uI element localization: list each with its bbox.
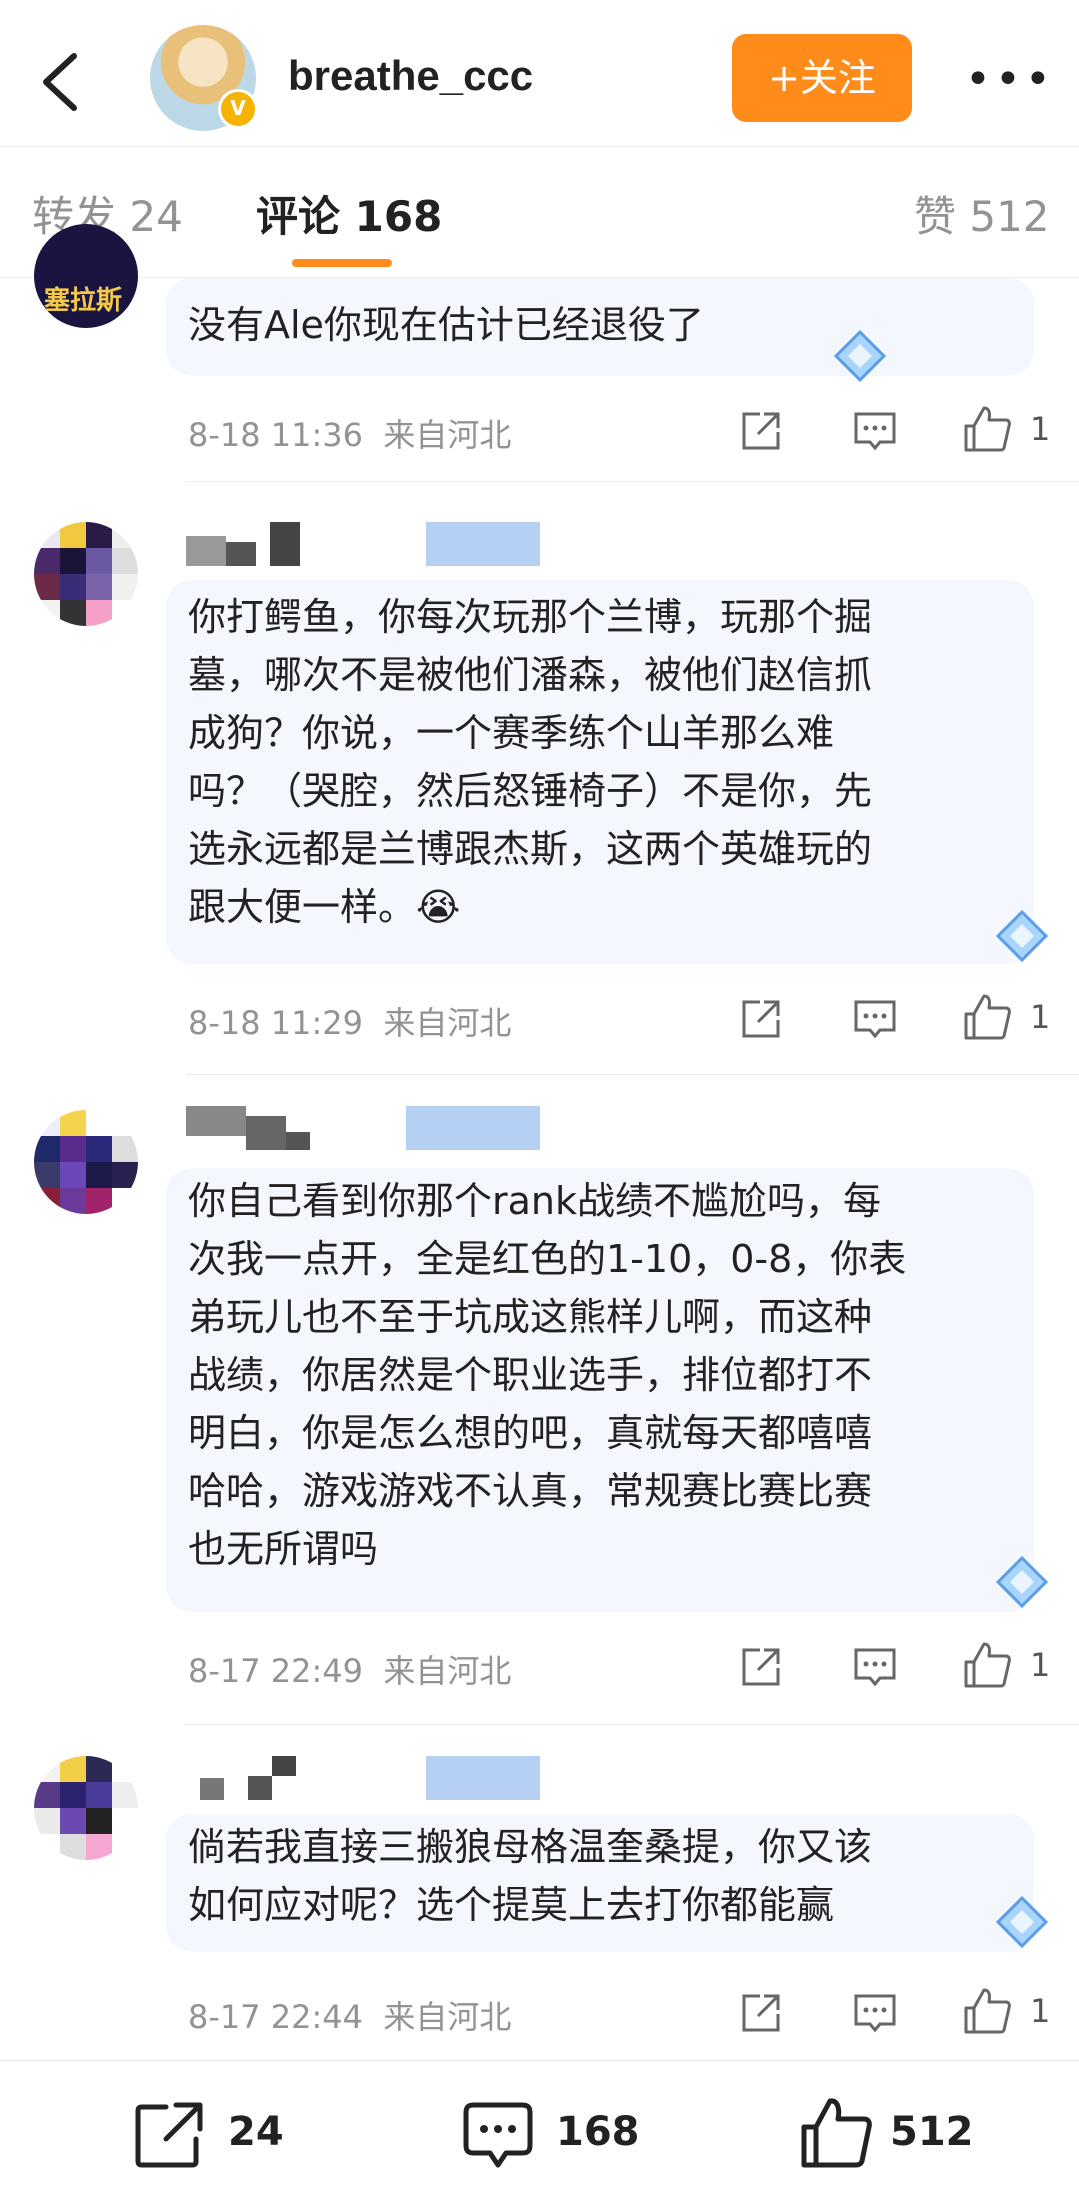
like-count: 1 (1030, 998, 1051, 1036)
comment-time: 8-17 22:49 来自河北 (188, 1652, 512, 1690)
like-count: 1 (1030, 1992, 1051, 2030)
tab-bar: 转发 24 评论 168 赞 512 (0, 146, 1079, 278)
comment-icon[interactable] (852, 1644, 898, 1690)
like-icon[interactable] (962, 1640, 1012, 1690)
comment-time: 8-17 22:44 来自河北 (188, 1998, 512, 2036)
commenter-avatar[interactable] (34, 1110, 138, 1214)
comment-icon (463, 2102, 533, 2168)
share-icon (135, 2102, 203, 2168)
repost-button[interactable]: 24 (132, 2099, 292, 2169)
active-tab-indicator (292, 259, 392, 267)
share-icon[interactable] (738, 996, 784, 1042)
comment-time: 8-18 11:36 来自河北 (188, 416, 512, 454)
like-count: 1 (1030, 1646, 1051, 1684)
more-icon[interactable]: ••• (965, 58, 1051, 102)
share-icon[interactable] (738, 1644, 784, 1690)
verified-icon: V (218, 89, 258, 129)
comment-text: 你打鳄鱼，你每次玩那个兰博，玩那个掘 墓，哪次不是被他们潘森，被他们赵信抓 成狗… (188, 595, 873, 929)
like-button[interactable]: 512 (798, 2098, 998, 2169)
bottom-action-bar: 24 168 512 (0, 2060, 1079, 2208)
commenter-avatar[interactable] (34, 1756, 138, 1860)
diamond-icon (833, 329, 887, 383)
follow-button[interactable]: +关注 (732, 34, 912, 122)
like-icon[interactable] (962, 404, 1012, 454)
share-icon[interactable] (738, 408, 784, 454)
comment-item: 塞拉斯 没有Ale你现在估计已经退役了 8-18 11:36 来自河北 1 (0, 224, 1079, 482)
like-count-total: 512 (890, 2109, 974, 2155)
commenter-name-redacted[interactable] (186, 522, 546, 566)
like-icon[interactable] (962, 1986, 1012, 2036)
diamond-icon (995, 1895, 1049, 1949)
tab-likes[interactable]: 赞 512 (914, 183, 1050, 244)
comment-time: 8-18 11:29 来自河北 (188, 1004, 512, 1042)
commenter-name-redacted[interactable] (186, 1106, 546, 1150)
comment-button[interactable]: 168 (460, 2099, 660, 2169)
commenter-avatar[interactable]: 塞拉斯 (34, 224, 138, 328)
avatar-label: 塞拉斯 (44, 286, 123, 316)
author-avatar[interactable]: V (150, 25, 258, 131)
back-icon[interactable] (36, 52, 86, 112)
divider (186, 1074, 1079, 1075)
comment-item: 你自己看到你那个rank战绩不尴尬吗，每 次我一点开，全是红色的1-10，0-8… (0, 1076, 1079, 1726)
comment-count: 168 (556, 2109, 640, 2155)
share-icon[interactable] (738, 1990, 784, 2036)
commenter-name-redacted[interactable] (186, 1756, 546, 1800)
like-icon[interactable] (962, 992, 1012, 1042)
comment-icon[interactable] (852, 996, 898, 1042)
repost-count: 24 (228, 2109, 284, 2155)
top-bar: V breathe_ccc +关注 ••• (0, 0, 1079, 145)
tab-comments[interactable]: 评论 168 (256, 183, 442, 244)
comment-item: 倘若我直接三搬狼母格温奎桑提，你又该 如何应对呢？选个提莫上去打你都能赢 8-1… (0, 1726, 1079, 2060)
author-username[interactable]: breathe_ccc (288, 52, 533, 100)
comment-text: 倘若我直接三搬狼母格温奎桑提，你又该 如何应对呢？选个提莫上去打你都能赢 (188, 1825, 873, 1927)
comment-text: 你自己看到你那个rank战绩不尴尬吗，每 次我一点开，全是红色的1-10，0-8… (188, 1179, 907, 1571)
like-count: 1 (1030, 410, 1051, 448)
diamond-icon (995, 909, 1049, 963)
comment-icon[interactable] (852, 1990, 898, 2036)
like-icon (801, 2098, 872, 2168)
commenter-avatar[interactable] (34, 522, 138, 626)
diamond-icon (995, 1555, 1049, 1609)
divider (186, 1724, 1079, 1725)
comment-icon[interactable] (852, 408, 898, 454)
comment-item: 你打鳄鱼，你每次玩那个兰博，玩那个掘 墓，哪次不是被他们潘森，被他们赵信抓 成狗… (0, 482, 1079, 1076)
